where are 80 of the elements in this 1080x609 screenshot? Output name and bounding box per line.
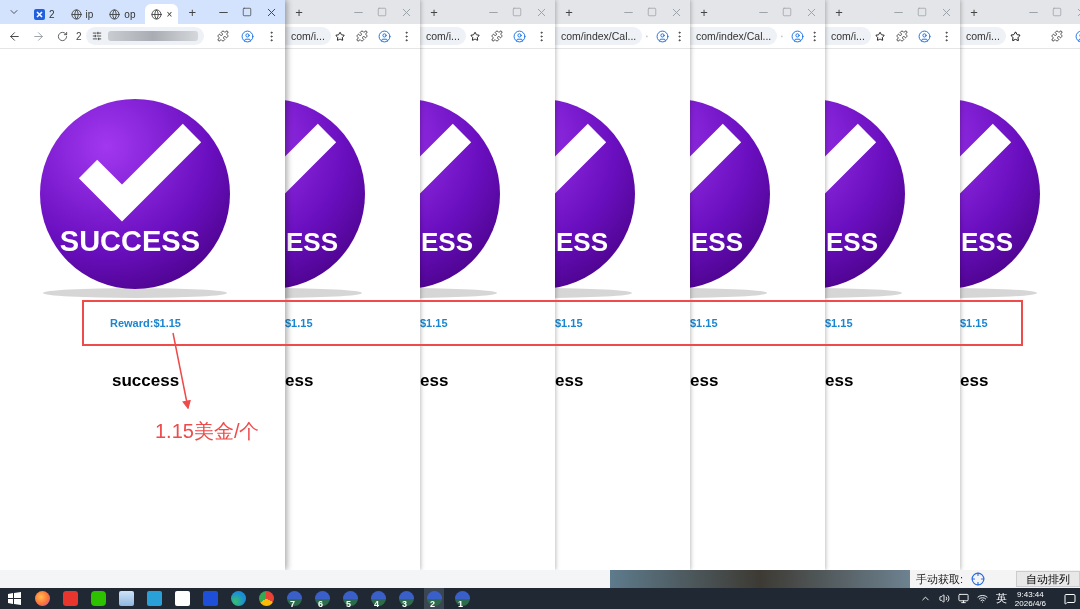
app-icon[interactable] xyxy=(174,591,190,606)
new-tab-button[interactable]: + xyxy=(829,3,849,21)
notification-icon[interactable] xyxy=(1064,592,1076,605)
profile-icon[interactable] xyxy=(240,29,254,43)
profile-icon[interactable] xyxy=(917,29,931,43)
network-icon[interactable] xyxy=(957,593,969,604)
new-tab-button[interactable]: + xyxy=(964,3,984,21)
status-text: ess xyxy=(825,371,855,391)
app-icon[interactable] xyxy=(258,591,274,606)
auto-arrange-button[interactable]: 自动排列 xyxy=(1016,571,1080,587)
browser-tab[interactable]: ip xyxy=(64,4,100,24)
crosshair-icon[interactable] xyxy=(971,572,986,586)
browser-profile-button[interactable]: 2 xyxy=(424,588,444,609)
new-tab-button[interactable]: + xyxy=(289,3,309,21)
back-arrow-icon[interactable] xyxy=(7,29,21,43)
app-icon[interactable] xyxy=(90,591,106,606)
reward-text: $1.15 xyxy=(285,317,314,331)
bookmark-star-icon[interactable] xyxy=(334,30,345,42)
reload-icon[interactable] xyxy=(56,30,68,42)
app-icon xyxy=(34,8,45,20)
globe-icon xyxy=(151,8,163,20)
address-bar[interactable]: com/index/Cal... xyxy=(690,27,778,45)
status-text: ess xyxy=(555,371,585,391)
manual-fetch-label: 手动获取: xyxy=(916,571,964,587)
profile-icon[interactable] xyxy=(656,29,669,43)
puzzle-icon[interactable] xyxy=(491,30,504,42)
reward-text: $1.15 xyxy=(690,317,719,331)
profile-icon[interactable] xyxy=(512,29,526,43)
annotation-note: 1.15美金/个 xyxy=(155,419,260,444)
globe-icon xyxy=(70,8,82,20)
maximize-icon[interactable] xyxy=(242,7,252,17)
bookmark-star-icon[interactable] xyxy=(469,30,480,42)
app-icon[interactable] xyxy=(34,591,50,606)
new-tab-button[interactable]: + xyxy=(424,3,444,21)
success-badge-drawing: ESS xyxy=(825,99,905,299)
status-text: ess xyxy=(960,371,990,391)
bookmark-star-icon[interactable] xyxy=(1009,30,1021,42)
reward-text: $1.15 xyxy=(960,317,989,331)
success-badge-drawing: SUCCESS xyxy=(40,99,230,299)
reward-text: Reward:$1.15 xyxy=(109,317,182,331)
status-text: ess xyxy=(690,371,720,391)
address-bar[interactable]: com/index/Cal... xyxy=(555,27,643,45)
app-icon[interactable] xyxy=(230,591,246,606)
volume-icon[interactable] xyxy=(938,593,950,604)
browser-tab[interactable]: op xyxy=(103,4,142,24)
success-badge-drawing: ESS xyxy=(555,99,635,299)
profile-icon[interactable] xyxy=(377,29,391,43)
puzzle-icon[interactable] xyxy=(1051,30,1063,42)
browser-tab[interactable]: 2 xyxy=(28,4,61,24)
bookmark-star-icon[interactable] xyxy=(874,30,885,42)
site-settings-icon[interactable] xyxy=(91,31,102,41)
success-badge-drawing: ESS xyxy=(960,99,1040,299)
clock[interactable]: 9:43:44 2026/4/6 xyxy=(1014,589,1046,608)
success-badge-drawing: ESS xyxy=(420,99,500,299)
reward-text: $1.15 xyxy=(555,317,584,331)
status-text: ess xyxy=(420,371,450,391)
reload-count: 2 xyxy=(76,30,82,42)
puzzle-icon[interactable] xyxy=(356,30,369,42)
app-icon[interactable] xyxy=(118,591,134,606)
status-text: ess xyxy=(285,371,315,391)
browser-tab[interactable]: × xyxy=(145,4,179,24)
new-tab-button[interactable]: + xyxy=(694,3,714,21)
address-bar[interactable]: com/i... xyxy=(285,27,331,45)
reward-text: $1.15 xyxy=(420,317,449,331)
status-text: success xyxy=(111,371,181,391)
connection-icon[interactable] xyxy=(976,593,988,604)
new-tab-button[interactable]: + xyxy=(182,3,203,21)
address-bar[interactable]: com/i... xyxy=(825,27,871,45)
success-badge-drawing: ESS xyxy=(285,99,365,299)
new-tab-button[interactable]: + xyxy=(559,3,579,21)
puzzle-icon[interactable] xyxy=(217,30,229,42)
address-bar[interactable]: com/i... xyxy=(420,27,466,45)
forward-arrow-icon[interactable] xyxy=(31,29,45,43)
input-method-indicator[interactable]: 英 xyxy=(995,591,1007,606)
puzzle-icon[interactable] xyxy=(896,30,909,42)
globe-icon xyxy=(109,8,121,20)
profile-icon[interactable] xyxy=(791,29,804,43)
address-bar[interactable]: com/i... xyxy=(960,27,1006,45)
success-badge-drawing: ESS xyxy=(690,99,770,299)
reward-text: $1.15 xyxy=(825,317,854,331)
